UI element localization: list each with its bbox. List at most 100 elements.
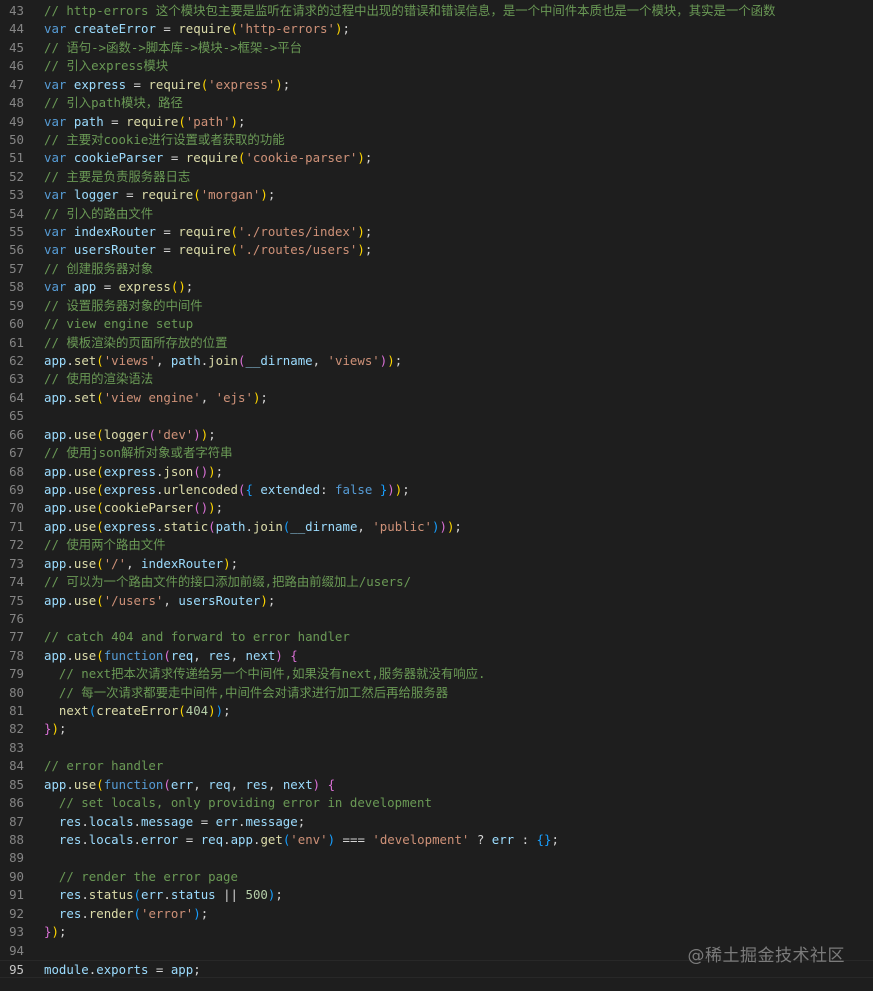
code-line[interactable]: 79 // next把本次请求传递给另一个中间件,如果没有next,服务器就没有… — [0, 665, 873, 683]
code-token: , — [126, 555, 142, 571]
line-number: 47 — [9, 76, 24, 92]
code-line[interactable]: 76 — [0, 610, 873, 628]
code-line[interactable]: 93}); — [0, 923, 873, 941]
code-line[interactable]: 77 // catch 404 and forward to error hand… — [0, 628, 873, 646]
code-line[interactable]: 91 res.status(err.status || 500); — [0, 886, 873, 904]
code-line[interactable]: 46 // 引入express模块 — [0, 57, 873, 75]
code-token: ( — [230, 21, 238, 37]
code-token: ; — [193, 961, 201, 977]
code-token: req — [200, 831, 224, 847]
code-line[interactable]: 67 // 使用json解析对象或者字符串 — [0, 444, 873, 462]
code-line[interactable]: 84 // error handler — [0, 757, 873, 775]
code-token: ) — [357, 224, 365, 240]
code-line[interactable]: 60 // view engine setup — [0, 315, 873, 333]
code-line[interactable]: 68 app.use(express.json()); — [0, 463, 873, 481]
code-line[interactable]: 90 // render the error page — [0, 868, 873, 886]
line-number: 69 — [9, 481, 24, 497]
code-token: app — [44, 481, 67, 497]
code-token: . — [81, 887, 89, 903]
line-number: 73 — [9, 555, 24, 571]
code-line[interactable]: 55 var indexRouter = require('./routes/in… — [0, 223, 873, 241]
code-line[interactable]: 75 app.use('/users', usersRouter); — [0, 592, 873, 610]
code-line[interactable]: 70 app.use(cookieParser()); — [0, 499, 873, 517]
code-token: ; — [260, 389, 268, 405]
code-token: req — [208, 776, 231, 792]
code-line[interactable]: 66 app.use(logger('dev')); — [0, 426, 873, 444]
code-token: // 设置服务器对象的中间件 — [44, 297, 203, 313]
code-token: ) — [327, 831, 336, 847]
code-line[interactable]: 52 // 主要是负责服务器日志 — [0, 168, 873, 186]
code-line[interactable]: 50 // 主要对cookie进行设置或者获取的功能 — [0, 131, 873, 149]
code-text: res.status(err.status || 500); — [44, 886, 873, 904]
code-token: . — [81, 831, 89, 847]
code-line[interactable]: 63 // 使用的渲染语法 — [0, 370, 873, 388]
code-token: ) — [275, 76, 283, 92]
code-line[interactable]: 54 // 引入的路由文件 — [0, 205, 873, 223]
code-token: get — [260, 831, 283, 847]
code-text: // catch 404 and forward to error handle… — [44, 628, 873, 646]
code-token: ? — [469, 831, 492, 847]
code-token: logger — [73, 187, 119, 203]
code-text: // render the error page — [44, 868, 873, 886]
code-token: ( — [96, 555, 104, 571]
line-number: 71 — [9, 518, 24, 534]
code-line[interactable]: 43 // http-errors 这个模块包主要是监听在请求的过程中出现的错误和… — [0, 2, 873, 20]
code-token: status — [170, 887, 216, 903]
code-line[interactable]: 81 next(createError(404)); — [0, 702, 873, 720]
code-line[interactable]: 92 res.render('error'); — [0, 905, 873, 923]
code-token: = — [126, 76, 149, 92]
code-line[interactable]: 80 // 每一次请求都要走中间件,中间件会对请求进行加工然后再给服务器 — [0, 684, 873, 702]
code-line[interactable]: 45 // 语句->函数->脚本库->模块->框架->平台 — [0, 39, 873, 57]
code-token: require — [178, 242, 231, 258]
code-line[interactable]: 82}); — [0, 720, 873, 738]
code-token: ( — [230, 224, 238, 240]
code-text: next(createError(404)); — [44, 702, 873, 720]
code-token: ) — [193, 905, 201, 921]
code-token: '/users' — [103, 592, 164, 608]
code-line[interactable]: 69 app.use(express.urlencoded({ extended:… — [0, 481, 873, 499]
code-text: // 使用的渲染语法 — [44, 370, 873, 388]
code-token: ; — [364, 242, 373, 258]
code-text: res.locals.error = req.app.get('env') ==… — [44, 831, 873, 849]
code-token: ( — [96, 389, 104, 405]
code-token: ( — [133, 905, 142, 921]
code-text: }); — [44, 720, 873, 738]
code-line[interactable]: 62 app.set('views', path.join(__dirname, … — [0, 352, 873, 370]
line-number: 53 — [9, 187, 24, 203]
code-line[interactable]: 44 var createError = require('http-errors… — [0, 20, 873, 38]
code-line[interactable]: 51 var cookieParser = require('cookie-par… — [0, 149, 873, 167]
code-line[interactable]: 65 — [0, 407, 873, 425]
code-token: res — [245, 776, 268, 792]
line-number: 90 — [9, 868, 24, 884]
code-line[interactable]: 61 // 模板渲染的页面所存放的位置 — [0, 334, 873, 352]
code-line[interactable]: 58 var app = express(); — [0, 278, 873, 296]
code-text: app.use(express.json()); — [44, 463, 873, 481]
code-line[interactable]: 57 // 创建服务器对象 — [0, 260, 873, 278]
code-line[interactable]: 56 var usersRouter = require('./routes/us… — [0, 241, 873, 259]
code-line[interactable]: 47 var express = require('express'); — [0, 76, 873, 94]
code-line[interactable]: 83 — [0, 739, 873, 757]
code-editor[interactable]: 43 // http-errors 这个模块包主要是监听在请求的过程中出现的错误和… — [0, 2, 873, 991]
code-line[interactable]: 53 var logger = require('morgan'); — [0, 186, 873, 204]
code-token: set — [73, 353, 97, 369]
code-line[interactable]: 72 // 使用两个路由文件 — [0, 536, 873, 554]
code-line[interactable]: 74 // 可以为一个路由文件的接口添加前缀,把路由前缀加上/users/ — [0, 573, 873, 591]
code-line[interactable]: 88 res.locals.error = req.app.get('env')… — [0, 831, 873, 849]
code-line[interactable]: 86 // set locals, only providing error i… — [0, 794, 873, 812]
code-line[interactable]: 89 — [0, 849, 873, 867]
code-line[interactable]: 85 app.use(function(err, req, res, next) … — [0, 776, 873, 794]
code-line[interactable]: 59 // 设置服务器对象的中间件 — [0, 297, 873, 315]
code-line[interactable]: 73 app.use('/', indexRouter); — [0, 555, 873, 573]
line-number: 64 — [9, 389, 24, 405]
code-line[interactable]: 71 app.use(express.static(path.join(__dir… — [0, 518, 873, 536]
code-line[interactable]: 87 res.locals.message = err.message; — [0, 813, 873, 831]
code-line[interactable]: 78 app.use(function(req, res, next) { — [0, 647, 873, 665]
code-line[interactable]: 49 var path = require('path'); — [0, 113, 873, 131]
line-number: 60 — [9, 316, 24, 332]
code-line[interactable]: 64 app.set('view engine', 'ejs'); — [0, 389, 873, 407]
code-line[interactable]: 48 // 引入path模块，路径 — [0, 94, 873, 112]
line-number: 86 — [9, 795, 24, 811]
code-token: app — [44, 776, 67, 792]
